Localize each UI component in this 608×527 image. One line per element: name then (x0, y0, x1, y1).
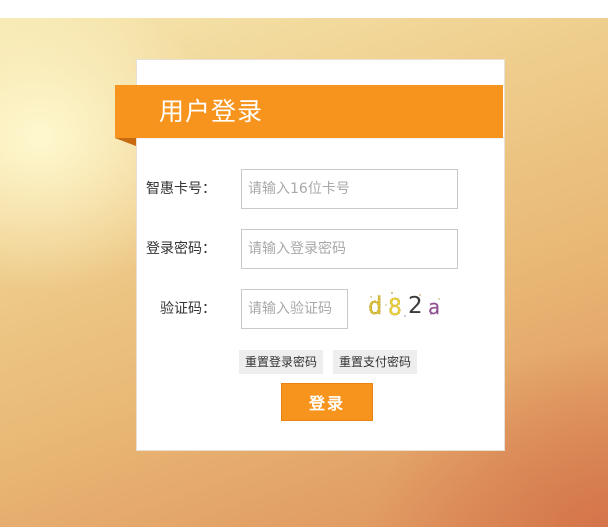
captcha-image[interactable]: d 8 2 a (365, 287, 447, 321)
captcha-char: 2 (408, 293, 423, 319)
reset-pay-password-button[interactable]: 重置支付密码 (333, 350, 418, 374)
reset-login-password-button[interactable]: 重置登录密码 (239, 350, 324, 374)
captcha-char: d (368, 292, 382, 320)
password-label: 登录密码： (146, 241, 216, 257)
ribbon-fold (115, 138, 136, 146)
page-title: 用户登录 (159, 97, 264, 126)
password-input[interactable] (241, 229, 458, 269)
captcha-input[interactable] (241, 289, 348, 329)
card-number-label: 智惠卡号： (146, 181, 216, 197)
captcha-char: 8 (388, 295, 402, 321)
card-number-input[interactable] (241, 169, 458, 209)
captcha-char: a (428, 295, 440, 319)
login-button[interactable]: 登录 (281, 383, 373, 421)
captcha-label: 验证码： (160, 301, 216, 317)
